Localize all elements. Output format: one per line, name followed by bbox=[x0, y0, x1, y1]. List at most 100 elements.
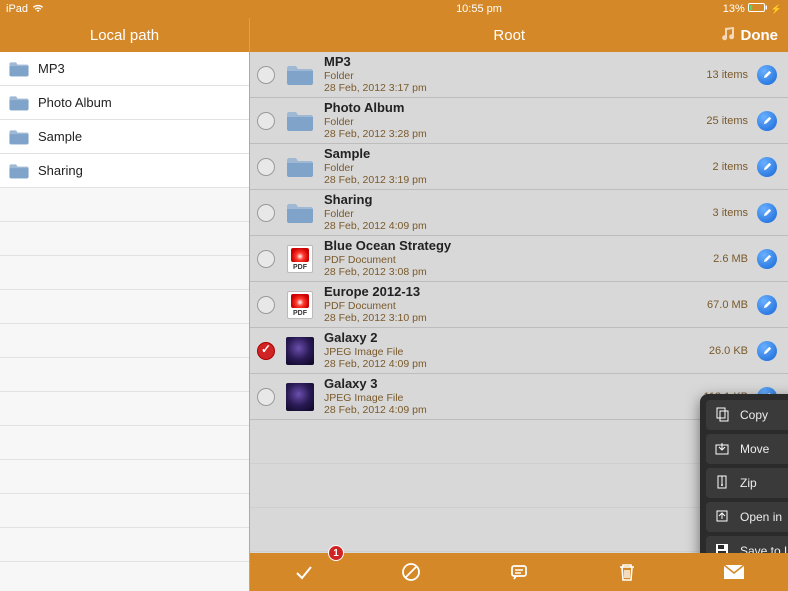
sidebar-item-label: Sharing bbox=[38, 163, 83, 178]
file-meta: 3 items bbox=[678, 207, 748, 219]
file-kind: Folder bbox=[324, 70, 670, 82]
folder-icon bbox=[285, 201, 315, 225]
openin-icon bbox=[714, 508, 730, 527]
sidebar-item-label: Sample bbox=[38, 129, 82, 144]
file-meta: 2.6 MB bbox=[678, 253, 748, 265]
file-date: 28 Feb, 2012 3:28 pm bbox=[324, 128, 670, 140]
deselect-button[interactable] bbox=[391, 553, 431, 591]
file-name: Galaxy 3 bbox=[324, 377, 670, 392]
move-icon bbox=[714, 440, 730, 459]
main-header: Root Done bbox=[250, 18, 788, 52]
sidebar-item-label: MP3 bbox=[38, 61, 65, 76]
file-meta: 67.0 MB bbox=[678, 299, 748, 311]
file-kind: JPEG Image File bbox=[324, 346, 670, 358]
delete-button[interactable] bbox=[607, 553, 647, 591]
file-row[interactable]: Photo Album Folder 28 Feb, 2012 3:28 pm … bbox=[250, 98, 788, 144]
file-kind: Folder bbox=[324, 162, 670, 174]
file-row[interactable]: Sharing Folder 28 Feb, 2012 4:09 pm 3 it… bbox=[250, 190, 788, 236]
sidebar-item[interactable]: MP3 bbox=[0, 52, 249, 86]
pencil-icon bbox=[757, 203, 777, 223]
select-all-button[interactable] bbox=[284, 553, 324, 591]
selection-badge: 1 bbox=[328, 545, 344, 561]
edit-button[interactable] bbox=[756, 341, 778, 361]
file-date: 28 Feb, 2012 3:17 pm bbox=[324, 82, 670, 94]
file-row[interactable]: Blue Ocean Strategy PDF Document 28 Feb,… bbox=[250, 236, 788, 282]
file-row[interactable]: MP3 Folder 28 Feb, 2012 3:17 pm 13 items bbox=[250, 52, 788, 98]
select-checkbox[interactable] bbox=[256, 112, 276, 130]
popover-item-openin[interactable]: Open in bbox=[706, 502, 788, 532]
edit-button[interactable] bbox=[756, 65, 778, 85]
popover-item-label: Copy bbox=[740, 408, 768, 422]
file-date: 28 Feb, 2012 4:09 pm bbox=[324, 220, 670, 232]
folder-icon bbox=[8, 128, 30, 146]
file-row[interactable]: Galaxy 2 JPEG Image File 28 Feb, 2012 4:… bbox=[250, 328, 788, 374]
pencil-icon bbox=[757, 249, 777, 269]
file-name: Photo Album bbox=[324, 101, 670, 116]
edit-button[interactable] bbox=[756, 157, 778, 177]
sidebar-item[interactable]: Sharing bbox=[0, 154, 249, 188]
select-checkbox[interactable] bbox=[256, 388, 276, 406]
select-checkbox[interactable] bbox=[256, 296, 276, 314]
popover-item-label: Zip bbox=[740, 476, 757, 490]
folder-icon bbox=[8, 94, 30, 112]
pencil-icon bbox=[757, 111, 777, 131]
pencil-icon bbox=[757, 341, 777, 361]
zip-icon bbox=[714, 474, 730, 493]
file-meta: 25 items bbox=[678, 115, 748, 127]
music-icon[interactable] bbox=[719, 25, 735, 46]
edit-button[interactable] bbox=[756, 295, 778, 315]
file-meta: 2 items bbox=[678, 161, 748, 173]
sidebar-item[interactable]: Photo Album bbox=[0, 86, 249, 120]
edit-button[interactable] bbox=[756, 203, 778, 223]
bottom-toolbar: 1 bbox=[250, 553, 788, 591]
sidebar: Local path MP3Photo AlbumSampleSharing bbox=[0, 18, 250, 591]
file-name: Blue Ocean Strategy bbox=[324, 239, 670, 254]
folder-icon bbox=[285, 109, 315, 133]
file-kind: Folder bbox=[324, 116, 670, 128]
sidebar-list: MP3 Photo Album Sample Sharing bbox=[0, 52, 249, 591]
main-panel: Root Done MP3 Folder 28 Feb, 2012 3:17 p… bbox=[250, 18, 788, 591]
select-checkbox[interactable] bbox=[256, 158, 276, 176]
popover-item-label: Move bbox=[740, 442, 769, 456]
popover-item-label: Open in bbox=[740, 510, 782, 524]
copy-icon bbox=[714, 406, 730, 425]
pdf-icon bbox=[287, 245, 313, 273]
charging-icon: ⚡ bbox=[771, 4, 782, 15]
file-meta: 26.0 KB bbox=[678, 345, 748, 357]
select-checkbox[interactable] bbox=[256, 66, 276, 84]
edit-button[interactable] bbox=[756, 111, 778, 131]
main-title: Root bbox=[300, 27, 719, 44]
file-kind: Folder bbox=[324, 208, 670, 220]
folder-icon bbox=[8, 162, 30, 180]
file-row[interactable]: Europe 2012-13 PDF Document 28 Feb, 2012… bbox=[250, 282, 788, 328]
clock: 10:55 pm bbox=[256, 3, 702, 15]
pencil-icon bbox=[757, 65, 777, 85]
device-label: iPad bbox=[6, 3, 28, 15]
select-checkbox[interactable] bbox=[256, 204, 276, 222]
file-date: 28 Feb, 2012 4:09 pm bbox=[324, 358, 670, 370]
folder-icon bbox=[285, 155, 315, 179]
wifi-icon bbox=[32, 3, 44, 16]
battery-icon bbox=[748, 3, 768, 15]
file-name: Galaxy 2 bbox=[324, 331, 670, 346]
file-date: 28 Feb, 2012 4:09 pm bbox=[324, 404, 670, 416]
mail-button[interactable] bbox=[714, 553, 754, 591]
sidebar-item-label: Photo Album bbox=[38, 95, 112, 110]
edit-button[interactable] bbox=[756, 249, 778, 269]
folder-icon bbox=[8, 60, 30, 78]
done-button[interactable]: Done bbox=[741, 27, 779, 44]
select-checkbox[interactable] bbox=[256, 342, 276, 360]
file-name: Sharing bbox=[324, 193, 670, 208]
image-thumbnail bbox=[286, 383, 314, 411]
image-thumbnail bbox=[286, 337, 314, 365]
pdf-icon bbox=[287, 291, 313, 319]
select-checkbox[interactable] bbox=[256, 250, 276, 268]
popover-item-copy[interactable]: Copy bbox=[706, 400, 788, 430]
file-row[interactable]: Sample Folder 28 Feb, 2012 3:19 pm 2 ite… bbox=[250, 144, 788, 190]
action-button[interactable] bbox=[499, 553, 539, 591]
sidebar-item[interactable]: Sample bbox=[0, 120, 249, 154]
popover-item-zip[interactable]: Zip bbox=[706, 468, 788, 498]
action-popover: CopyMoveZipOpen inSave to Library bbox=[700, 394, 788, 572]
popover-item-move[interactable]: Move bbox=[706, 434, 788, 464]
file-name: Sample bbox=[324, 147, 670, 162]
